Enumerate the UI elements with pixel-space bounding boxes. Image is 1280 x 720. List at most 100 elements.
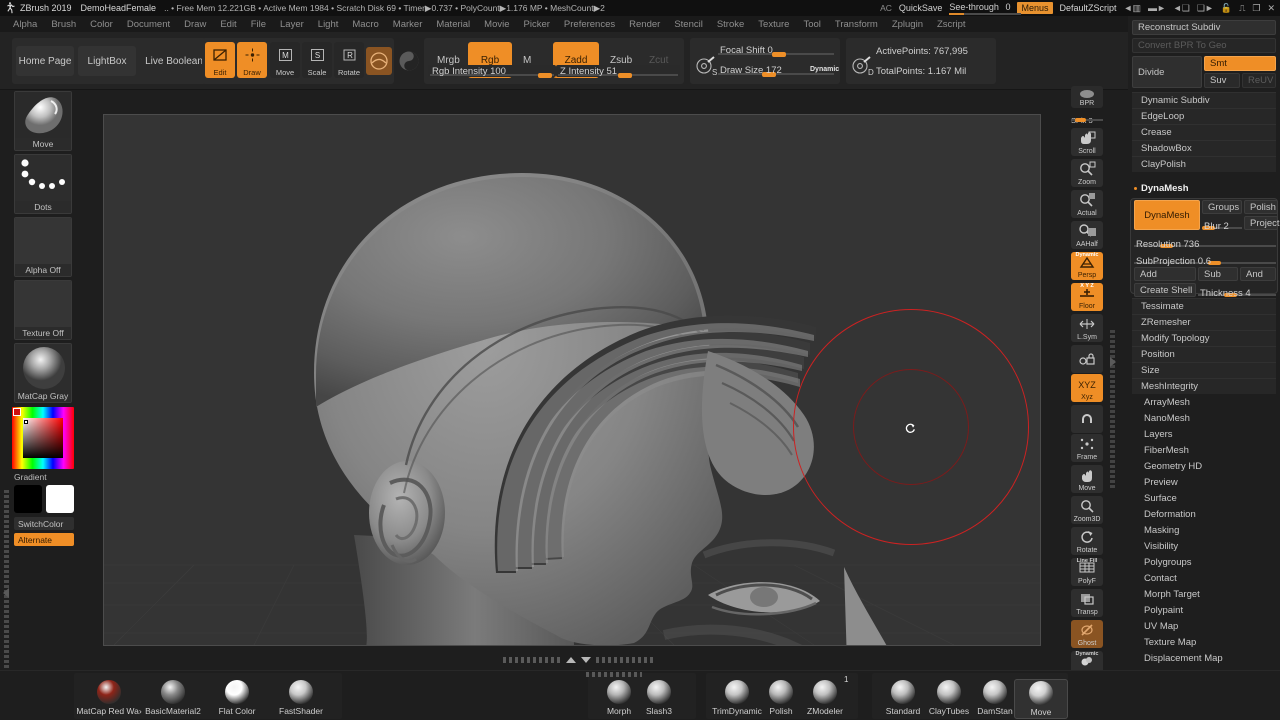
sub-button[interactable]: Sub: [1198, 267, 1238, 281]
right-shelf-move[interactable]: Move: [1071, 465, 1103, 493]
yinyang-button[interactable]: [396, 47, 422, 75]
scroll-handle-left[interactable]: [502, 657, 561, 663]
z-intensity-slider[interactable]: Z Intensity 51: [556, 65, 680, 78]
secondary-color-swatch[interactable]: [46, 485, 74, 513]
thickness-slider[interactable]: Thickness 4: [1198, 283, 1276, 299]
brush-slash3[interactable]: Slash3: [632, 679, 686, 719]
section-deformation[interactable]: Deformation: [1132, 506, 1276, 522]
focal-shift-knob[interactable]: [772, 52, 786, 57]
scroll-handle-right[interactable]: [595, 657, 654, 663]
draw-button[interactable]: Draw: [237, 42, 267, 78]
section-position[interactable]: Position: [1132, 346, 1276, 362]
z-intensity-knob[interactable]: [618, 73, 632, 78]
menu-item-file[interactable]: File: [244, 19, 273, 30]
right-shelf-xyz[interactable]: XYZ Xyz: [1071, 374, 1103, 402]
right-shelf-ghost[interactable]: Ghost: [1071, 620, 1103, 648]
and-button[interactable]: And: [1240, 267, 1276, 281]
move-button[interactable]: M Move: [270, 42, 300, 78]
section-morph-target[interactable]: Morph Target: [1132, 586, 1276, 602]
bpr-button[interactable]: BPR: [1071, 86, 1103, 108]
right-shelf-frame[interactable]: Frame: [1071, 434, 1103, 462]
subprojection-slider[interactable]: SubProjection 0.6: [1134, 251, 1276, 267]
section-arraymesh[interactable]: ArrayMesh: [1132, 394, 1276, 410]
menu-item-light[interactable]: Light: [311, 19, 346, 30]
section-fibermesh[interactable]: FiberMesh: [1132, 442, 1276, 458]
section-dynamesh[interactable]: DynaMesh: [1132, 180, 1276, 196]
groups-button[interactable]: Groups: [1202, 200, 1242, 214]
canvas-scroll-bar[interactable]: [88, 650, 1068, 670]
resolution-slider[interactable]: Resolution 736: [1134, 234, 1276, 250]
menu-item-stencil[interactable]: Stencil: [667, 19, 710, 30]
left-tray-collapse-icon[interactable]: [2, 586, 11, 605]
brush-move[interactable]: Move: [1014, 679, 1068, 719]
blur-slider[interactable]: Blur 2: [1202, 216, 1242, 232]
section-dynamic-subdiv[interactable]: Dynamic Subdiv: [1132, 92, 1276, 108]
section-polypaint[interactable]: Polypaint: [1132, 602, 1276, 618]
live-boolean-button[interactable]: Live Boolean: [140, 46, 208, 76]
section-shadowbox[interactable]: ShadowBox: [1132, 140, 1276, 156]
window-dock-left-icon[interactable]: ◄❑: [1173, 3, 1190, 14]
menu-item-color[interactable]: Color: [83, 19, 120, 30]
close-icon[interactable]: ✕: [1267, 3, 1275, 14]
menu-item-brush[interactable]: Brush: [44, 19, 83, 30]
right-shelf-magnet[interactable]: [1071, 405, 1103, 433]
saturation-value-square[interactable]: [23, 418, 63, 458]
alternate-button[interactable]: Alternate: [14, 533, 74, 546]
reconstruct-subdiv-button[interactable]: Reconstruct Subdiv: [1132, 20, 1276, 35]
divide-button[interactable]: Divide: [1132, 56, 1202, 88]
project-button[interactable]: Project: [1244, 216, 1280, 230]
menu-item-macro[interactable]: Macro: [345, 19, 385, 30]
right-shelf-aahalf[interactable]: AAHalf: [1071, 221, 1103, 249]
viewport-3d[interactable]: [103, 114, 1041, 646]
menu-item-texture[interactable]: Texture: [751, 19, 796, 30]
quicksave-button[interactable]: QuickSave: [899, 3, 943, 13]
menu-item-layer[interactable]: Layer: [273, 19, 311, 30]
minimize-icon[interactable]: ⎍: [1239, 3, 1245, 14]
current-material-swatch[interactable]: MatCap Gray: [14, 343, 72, 403]
brush-zmodeler[interactable]: ZModeler 1: [798, 675, 852, 719]
suv-button[interactable]: Suv: [1204, 73, 1240, 88]
scale-button[interactable]: S Scale: [302, 42, 332, 78]
menu-item-zscript[interactable]: Zscript: [930, 19, 973, 30]
right-shelf-rotate[interactable]: Rotate: [1071, 527, 1103, 555]
section-polygroups[interactable]: Polygroups: [1132, 554, 1276, 570]
material-basicmaterial2[interactable]: BasicMaterial2: [145, 679, 201, 719]
toggle-left-icon[interactable]: ◄▥: [1124, 3, 1141, 14]
menus-button[interactable]: Menus: [1017, 2, 1053, 14]
reuv-button[interactable]: ReUV: [1242, 73, 1276, 88]
dynamesh-toggle-button[interactable]: DynaMesh: [1134, 200, 1200, 230]
material-matcap-red-wa[interactable]: MatCap Red Wa›: [76, 679, 142, 719]
current-stroke-swatch[interactable]: Dots: [14, 154, 72, 214]
section-masking[interactable]: Masking: [1132, 522, 1276, 538]
create-shell-button[interactable]: Create Shell: [1134, 283, 1196, 297]
edit-button[interactable]: Edit: [205, 42, 235, 78]
menu-item-stroke[interactable]: Stroke: [710, 19, 751, 30]
section-contact[interactable]: Contact: [1132, 570, 1276, 586]
section-claypolish[interactable]: ClayPolish: [1132, 156, 1276, 172]
lightbox-button[interactable]: LightBox: [78, 46, 136, 76]
spix-slider[interactable]: SPix 3: [1071, 110, 1103, 125]
material-fastshader[interactable]: FastShader: [274, 679, 328, 719]
section-displacement-map[interactable]: Displacement Map: [1132, 650, 1276, 666]
convert-bpr-to-geo-button[interactable]: Convert BPR To Geo: [1132, 38, 1276, 53]
lock-icon[interactable]: 🔓: [1221, 3, 1232, 14]
section-edgeloop[interactable]: EdgeLoop: [1132, 108, 1276, 124]
section-tessimate[interactable]: Tessimate: [1132, 298, 1276, 314]
section-geometry-hd[interactable]: Geometry HD: [1132, 458, 1276, 474]
right-shelf-transp[interactable]: Transp: [1071, 589, 1103, 617]
add-button[interactable]: Add: [1134, 267, 1196, 281]
menu-item-draw[interactable]: Draw: [177, 19, 213, 30]
toggle-right-icon[interactable]: ▬►: [1148, 3, 1166, 13]
menu-item-preferences[interactable]: Preferences: [557, 19, 622, 30]
maximize-icon[interactable]: ❐: [1252, 3, 1260, 14]
color-picker[interactable]: [12, 407, 74, 469]
window-dock-right-icon[interactable]: ❑►: [1197, 3, 1214, 14]
section-zremesher[interactable]: ZRemesher: [1132, 314, 1276, 330]
see-through-slider[interactable]: See-through 0: [949, 2, 1022, 15]
section-visibility[interactable]: Visibility: [1132, 538, 1276, 554]
section-layers[interactable]: Layers: [1132, 426, 1276, 442]
current-alpha-swatch[interactable]: Alpha Off: [14, 217, 72, 277]
section-crease[interactable]: Crease: [1132, 124, 1276, 140]
current-brush-swatch[interactable]: Move: [14, 91, 72, 151]
menu-item-alpha[interactable]: Alpha: [6, 19, 44, 30]
